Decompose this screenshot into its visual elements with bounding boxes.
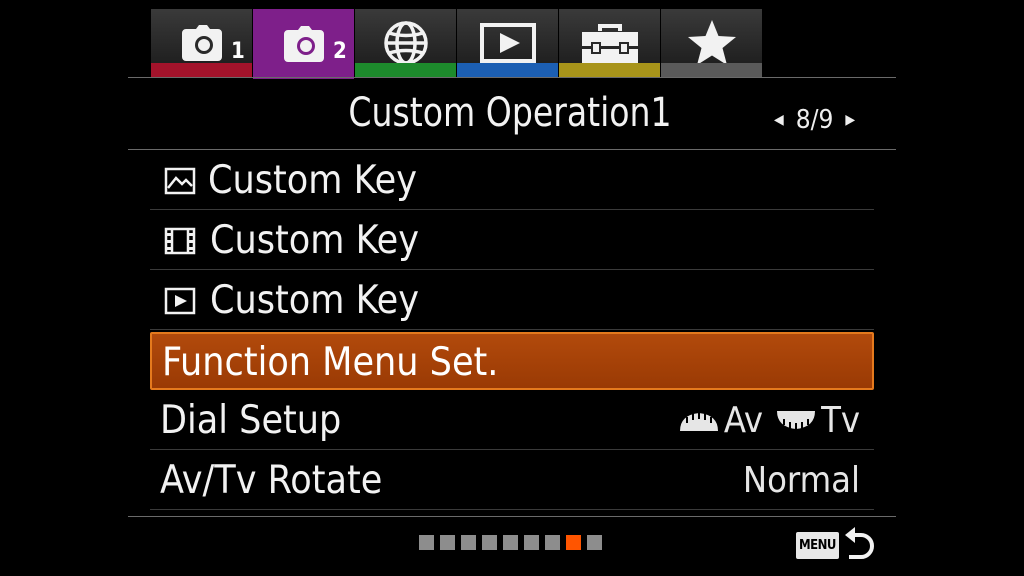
page-dot <box>461 535 476 550</box>
page-dot-active <box>566 535 581 550</box>
still-image-icon <box>164 167 196 195</box>
tab-number: 2 <box>333 39 347 64</box>
header-divider-top <box>128 77 896 78</box>
menu-item-custom-key-playback[interactable]: Custom Key <box>150 272 874 330</box>
page-next-icon[interactable]: ▶ <box>845 112 855 128</box>
star-icon <box>687 20 736 65</box>
tab-setup[interactable] <box>559 9 661 77</box>
dial-setup-value: Av Tv <box>678 392 860 450</box>
menu-item-label: Function Menu Set. <box>162 340 499 385</box>
page-dot <box>503 535 518 550</box>
tab-my-menu[interactable] <box>661 9 763 77</box>
menu-item-label: Dial Setup <box>160 398 342 443</box>
toolbox-icon <box>581 24 638 63</box>
tab-shooting-2[interactable]: 2 <box>253 9 355 79</box>
page-title: Custom Operation1 <box>348 90 672 136</box>
dial-setup-av: Av <box>723 400 764 441</box>
tab-playback[interactable] <box>457 9 559 77</box>
menu-item-function-menu-set[interactable]: Function Menu Set. <box>150 332 874 390</box>
page-dot <box>440 535 455 550</box>
page-prev-icon[interactable]: ◀ <box>774 112 784 128</box>
menu-item-label: Custom Key <box>208 158 417 203</box>
camera-icon <box>283 26 324 62</box>
tab-color-stripe <box>559 63 660 77</box>
tab-color-stripe <box>661 63 762 77</box>
page-dot <box>545 535 560 550</box>
page-dot <box>587 535 602 550</box>
tab-color-stripe <box>355 63 456 77</box>
page-dot <box>524 535 539 550</box>
return-arrow-icon <box>844 527 874 559</box>
menu-item-custom-key-movie[interactable]: Custom Key <box>150 212 874 270</box>
page-indicator: ◀ 8/9 ▶ <box>774 100 855 140</box>
page-dot <box>419 535 434 550</box>
menu-button-label: MENU <box>796 531 839 559</box>
footer-divider <box>128 516 896 517</box>
front-dial-icon <box>679 413 718 431</box>
globe-icon <box>383 21 428 65</box>
tab-bar: 1 2 <box>151 9 763 79</box>
av-tv-rotate-value: Normal <box>742 460 860 501</box>
camera-icon <box>181 25 222 61</box>
pagination-dots <box>419 535 602 550</box>
tab-shooting-1[interactable]: 1 <box>151 9 253 77</box>
page-number: 8/9 <box>795 105 834 135</box>
tab-number: 1 <box>231 39 245 64</box>
menu-item-label: Custom Key <box>210 218 419 263</box>
movie-icon <box>164 227 196 255</box>
menu-item-label: Av/Tv Rotate <box>160 458 383 503</box>
tab-color-stripe <box>457 63 558 77</box>
menu-item-custom-key-still[interactable]: Custom Key <box>150 152 874 210</box>
menu-item-label: Custom Key <box>210 278 419 323</box>
tab-color-stripe <box>151 63 252 77</box>
rear-dial-icon <box>777 411 816 429</box>
tab-network[interactable] <box>355 9 457 77</box>
dial-setup-tv: Tv <box>821 400 860 441</box>
header-divider-bottom <box>128 149 896 150</box>
play-icon <box>479 23 536 63</box>
menu-item-av-tv-rotate[interactable]: Av/Tv Rotate Normal <box>150 452 874 510</box>
page-dot <box>482 535 497 550</box>
menu-item-dial-setup[interactable]: Dial Setup Av Tv <box>150 392 874 450</box>
menu-back-button[interactable]: MENU <box>796 527 875 563</box>
playback-icon <box>164 287 196 315</box>
